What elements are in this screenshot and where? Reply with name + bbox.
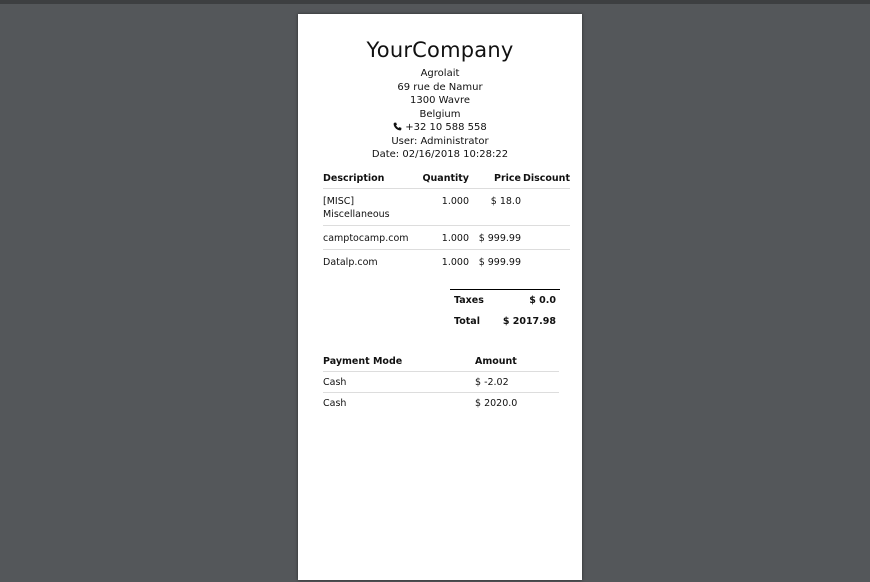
col-description: Description: [323, 170, 415, 189]
receipt-header: Agrolait 69 rue de Namur 1300 Wavre Belg…: [310, 67, 570, 162]
company-name: YourCompany: [366, 38, 514, 62]
line-discount: [521, 188, 570, 226]
totals-table: Taxes $ 0.0 Total $ 2017.98: [450, 288, 560, 332]
line-discount: [521, 225, 570, 250]
line-description: Datalp.com: [323, 256, 378, 268]
table-row: camptocamp.com 1.000 $ 999.99: [323, 225, 570, 250]
address-line-city: 1300 Wavre: [410, 95, 470, 106]
taxes-row: Taxes $ 0.0: [450, 289, 560, 311]
line-description: [MISC] Miscellaneous: [323, 188, 415, 226]
address-line-street: 69 rue de Namur: [397, 81, 483, 93]
payments-table: Payment Mode Amount Cash $ -2.02 Cash $ …: [323, 353, 559, 413]
line-quantity: 1.000: [415, 225, 469, 250]
col-amount: Amount: [475, 353, 559, 372]
phone-number: +32 10 588 558: [405, 122, 487, 133]
line-price: $ 999.99: [469, 225, 521, 250]
line-quantity: 1.000: [415, 188, 469, 226]
order-lines-header: Description Quantity Price Discount: [323, 170, 570, 189]
viewer-top-bar: [0, 0, 870, 4]
table-row: [MISC] Miscellaneous 1.000 $ 18.0: [323, 188, 570, 226]
total-row: Total $ 2017.98: [450, 311, 560, 332]
phone-icon: [393, 122, 402, 131]
taxes-label: Taxes: [454, 294, 484, 306]
payment-amount: $ 2020.0: [475, 397, 518, 409]
address-line-name: Agrolait: [420, 68, 460, 79]
taxes-value: $ 0.0: [529, 294, 556, 306]
line-price: $ 999.99: [478, 256, 521, 268]
line-description: camptocamp.com: [323, 225, 415, 250]
user-line: User: Administrator: [391, 135, 489, 147]
date-line: Date: 02/16/2018 10:28:22: [371, 149, 509, 160]
line-quantity: 1.000: [441, 256, 469, 268]
col-price: Price: [469, 170, 521, 189]
total-value: $ 2017.98: [502, 315, 556, 327]
order-lines-table: Description Quantity Price Discount [MIS…: [323, 170, 570, 273]
table-row: Cash $ 2020.0: [323, 392, 559, 413]
payment-mode: Cash: [323, 397, 347, 409]
col-quantity: Quantity: [415, 170, 469, 189]
payment-mode: Cash: [323, 371, 475, 393]
payment-amount: $ -2.02: [475, 371, 559, 393]
table-row: Cash $ -2.02: [323, 371, 559, 393]
total-label: Total: [454, 315, 480, 327]
address-line-country: Belgium: [419, 108, 461, 120]
phone-line: +32 10 588 558: [310, 121, 570, 135]
table-row: Datalp.com 1.000 $ 999.99: [323, 249, 570, 273]
receipt-page: YourCompany Agrolait 69 rue de Namur 130…: [298, 14, 582, 580]
col-payment-mode: Payment Mode: [323, 353, 475, 372]
line-price: $ 18.0: [469, 188, 521, 226]
payments-header: Payment Mode Amount: [323, 353, 559, 372]
col-discount: Discount: [521, 170, 570, 189]
line-discount: [521, 249, 570, 273]
